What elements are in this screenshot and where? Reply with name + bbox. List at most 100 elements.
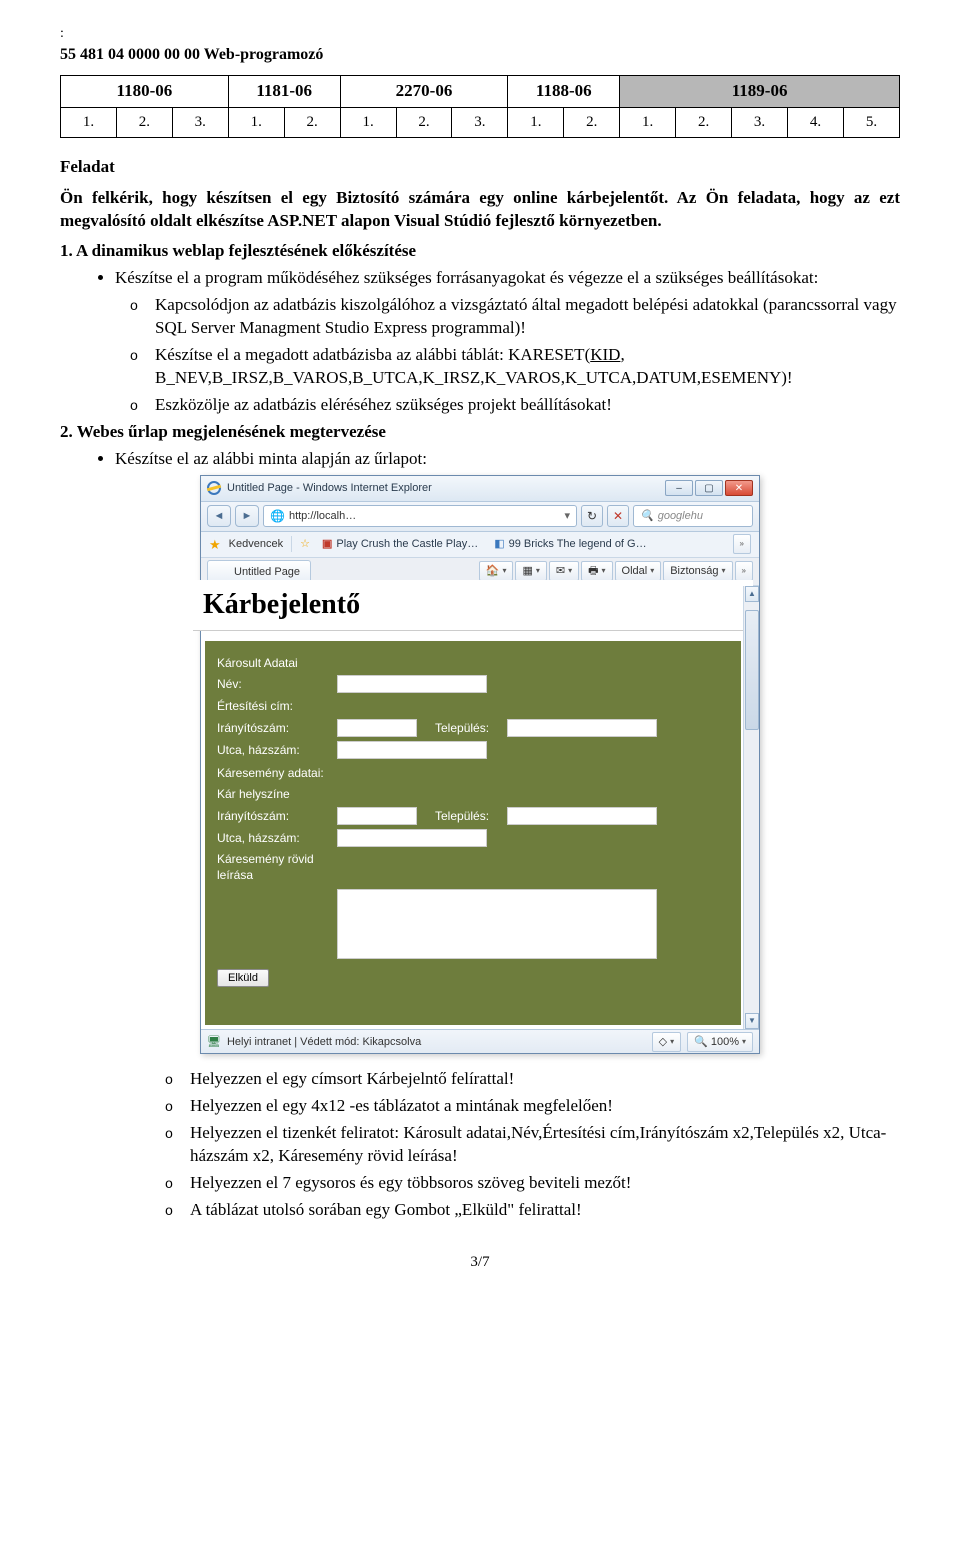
fav-icon-2: ◧ [494,537,504,552]
feeds-button[interactable]: ▦▾ [515,561,546,581]
scroll-thumb[interactable] [745,610,759,730]
toolbar-overflow[interactable]: » [735,561,753,581]
c: 1. [508,108,564,137]
post-i5: A táblázat utolsó sorában egy Gombot „El… [190,1199,900,1222]
zoom-value: 100% [711,1035,739,1050]
input-utca1[interactable] [337,741,487,759]
favorites-label[interactable]: Kedvencek [229,537,283,552]
form-section1: Károsult Adatai [217,651,729,673]
step2-main: Készítse el az alábbi minta alapján az ű… [115,448,900,471]
address-bar[interactable]: 🌐 http://localh… ▾ [263,505,577,527]
step1-sub2: Készítse el a megadott adatbázisba az al… [155,344,900,390]
label-nev: Név: [217,676,337,692]
c: 3. [732,108,788,137]
search-provider-icon: 🔍 [640,509,654,524]
page-number: 3/7 [60,1252,900,1272]
step1-sub3: Eszközölje az adatbázis eléréséhez szüks… [155,394,900,417]
fav-item-2[interactable]: ◧ 99 Bricks The legend of G… [490,535,650,554]
tab-ie-icon [218,566,229,577]
fav-item-2-label: 99 Bricks The legend of G… [509,537,647,552]
search-placeholder: googlehu [658,509,703,524]
header-code: 55 481 04 0000 00 00 Web-programozó [60,44,900,66]
home-button[interactable]: 🏠▾ [479,561,514,581]
vertical-scrollbar[interactable]: ▲ ▼ [743,586,759,1030]
ie-window: Untitled Page - Windows Internet Explore… [200,475,760,1055]
fav-item-1[interactable]: ▣ Play Crush the Castle Play… [318,535,482,554]
post-i1: Helyezzen el egy címsort Kárbejelntő fel… [190,1068,900,1091]
c: 1. [620,108,676,137]
refresh-button[interactable]: ↻ [581,505,603,527]
t: Oldal [622,564,648,579]
c: 3. [172,108,228,137]
minimize-button[interactable]: – [665,480,693,496]
titlebar: Untitled Page - Windows Internet Explore… [201,476,759,502]
c: 2. [284,108,340,137]
form-panel: Károsult Adatai Név: Értesítési cím: Irá… [205,641,741,1026]
c: 1. [61,108,117,137]
chevron-down-icon[interactable]: ▾ [564,509,570,524]
address-url: http://localh… [289,509,356,524]
header-colon: : [60,25,900,44]
input-telep1[interactable] [507,719,657,737]
c: 4. [787,108,843,137]
suggested-sites-icon[interactable]: ☆ [300,537,310,552]
kid-underline: KID [590,345,620,364]
input-leiras[interactable] [337,889,657,959]
mail-button[interactable]: ✉▾ [549,561,579,581]
label-helyszin: Kár helyszíne [217,786,337,802]
label-utca2: Utca, házszám: [217,830,337,846]
search-input[interactable]: 🔍 googlehu [633,505,753,527]
th4: 1188-06 [508,76,620,108]
post-i3: Helyezzen el tizenkét feliratot: Károsul… [190,1122,900,1168]
status-text: Helyi intranet | Védett mód: Kikapcsolva [227,1035,421,1050]
input-telep2[interactable] [507,807,657,825]
label-telep1: Település: [417,720,507,736]
c: 2. [564,108,620,137]
module-table: 1180-06 1181-06 2270-06 1188-06 1189-06 … [60,75,900,137]
zone-icon: 🖥 [207,1035,221,1050]
scroll-up-icon[interactable]: ▲ [745,586,759,602]
fav-item-1-label: Play Crush the Castle Play… [336,537,478,552]
step1-title: 1. A dinamikus weblap fejlesztésének elő… [60,240,900,263]
nav-toolbar: ◄ ► 🌐 http://localh… ▾ ↻ ✕ 🔍 googlehu [201,502,759,532]
post-i4: Helyezzen el 7 egysoros és egy többsoros… [190,1172,900,1195]
input-nev[interactable] [337,675,487,693]
favorites-star-icon[interactable]: ★ [209,536,221,554]
step1-sub1: Kapcsolódjon az adatbázis kiszolgálóhoz … [155,294,900,340]
label-leiras: Káresemény rövid leírása [217,851,337,883]
safety-menu[interactable]: Biztonság▾ [663,561,732,581]
stop-button[interactable]: ✕ [607,505,629,527]
intro-paragraph: Ön felkérik, hogy készítsen el egy Bizto… [60,187,900,233]
label-ertcim: Értesítési cím: [217,698,337,714]
input-utca2[interactable] [337,829,487,847]
submit-button[interactable]: Elküld [217,969,269,987]
scroll-down-icon[interactable]: ▼ [745,1013,759,1029]
c: 5. [843,108,899,137]
form-section2: Káresemény adatai: [217,761,729,783]
c: 2. [676,108,732,137]
page-menu[interactable]: Oldal▾ [615,561,662,581]
form-title: Kárbejelentő [193,580,753,631]
window-title: Untitled Page - Windows Internet Explore… [227,481,665,496]
forward-button[interactable]: ► [235,505,259,527]
print-button[interactable]: 🖶▾ [581,561,612,581]
c: 1. [340,108,396,137]
maximize-button[interactable]: ▢ [695,480,723,496]
th1: 1180-06 [61,76,229,108]
t: Készítse el a megadott adatbázisba az al… [155,345,590,364]
input-irsz1[interactable] [337,719,417,737]
favorites-bar: ★ Kedvencek ☆ ▣ Play Crush the Castle Pl… [201,532,759,558]
fav-overflow[interactable]: » [733,534,751,554]
step1-main-text: Készítse el a program működéséhez szüksé… [115,268,818,287]
feladat-heading: Feladat [60,156,900,179]
zoom-button[interactable]: 🔍 100% ▾ [687,1032,753,1052]
input-irsz2[interactable] [337,807,417,825]
status-bar: 🖥 Helyi intranet | Védett mód: Kikapcsol… [201,1029,759,1053]
tab-label: Untitled Page [234,565,300,580]
step2-title: 2. Webes űrlap megjelenésének megtervezé… [60,421,900,444]
back-button[interactable]: ◄ [207,505,231,527]
close-button[interactable]: ✕ [725,480,753,496]
label-irsz2: Irányítószám: [217,808,337,824]
zone-button[interactable]: ◇▾ [652,1032,681,1052]
label-utca1: Utca, házszám: [217,742,337,758]
